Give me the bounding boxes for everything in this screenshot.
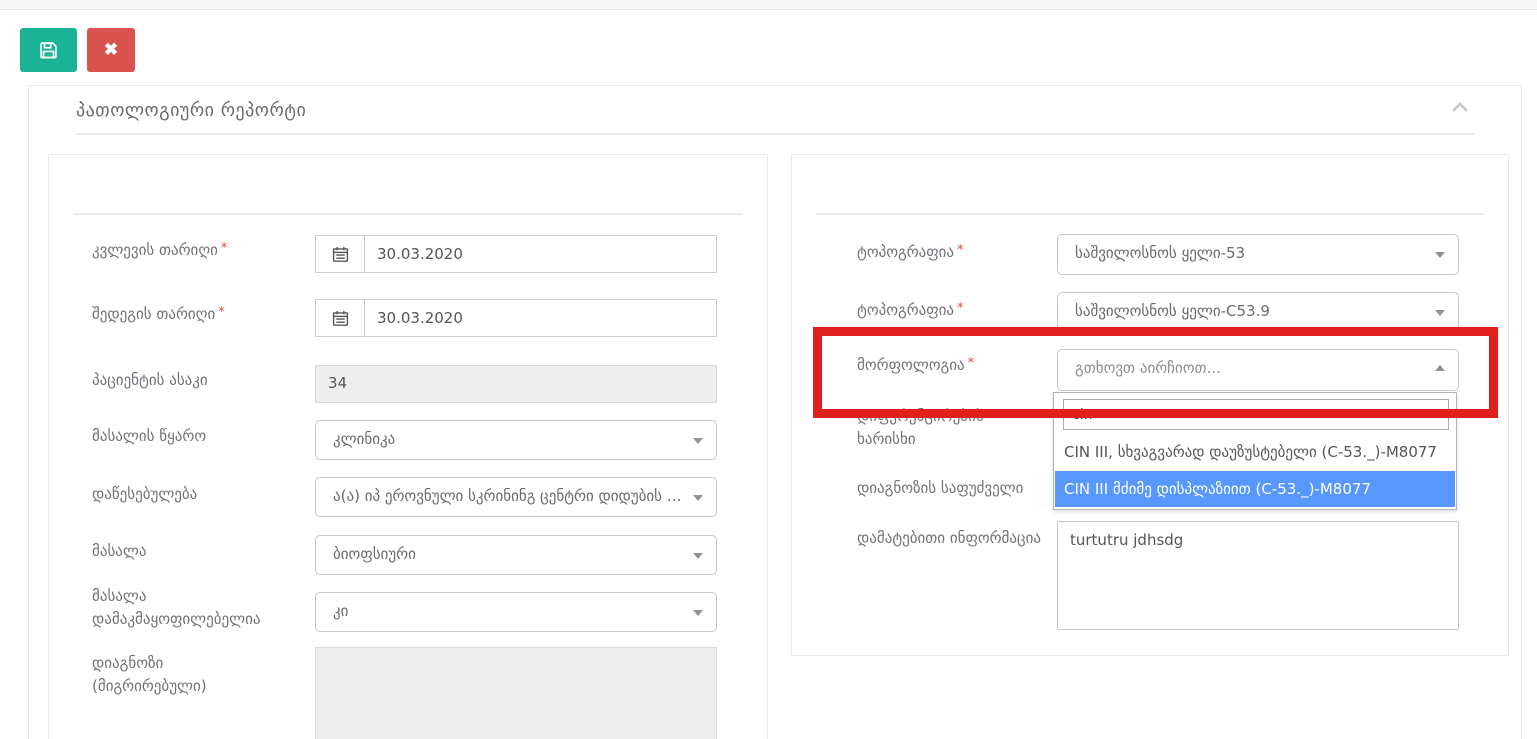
patient-age-field: 34 (315, 365, 717, 403)
topography-select[interactable]: საშვილოსნოს ყელი-53 (1057, 234, 1459, 275)
caret-down-icon (1435, 252, 1445, 258)
study-date-label: კვლევის თარიღი* (92, 239, 297, 262)
save-button[interactable] (20, 28, 77, 72)
morphology-label: მორფოლოგია* (857, 354, 1047, 377)
result-date-field (315, 299, 717, 337)
caret-down-icon (693, 438, 703, 444)
material-select[interactable]: ბიოფსიური (315, 535, 717, 575)
card-divider (816, 213, 1484, 215)
topography-code-select[interactable]: საშვილოსნოს ყელი-C53.9 (1057, 292, 1459, 333)
result-date-input[interactable] (364, 299, 717, 337)
topography-code-label: ტოპოგრაფია* (857, 299, 1047, 322)
page-title: პათოლოგიური რეპორტი (76, 100, 306, 121)
additional-info-textarea[interactable]: turtutru jdhsdg (1057, 521, 1459, 630)
topography-label: ტოპოგრაფია* (857, 241, 1047, 264)
morphology-dropdown-panel: CIN III, სხვაგვარად დაუზუსტებელი (C-53._… (1053, 392, 1457, 510)
patient-age-label: პაციენტის ასაკი (92, 369, 297, 392)
calendar-icon[interactable] (315, 235, 364, 273)
material-satisfactory-label: მასალა დამაკმაყოფილებელია (92, 585, 297, 630)
diagnosis-migrated-textarea (315, 647, 717, 739)
caret-down-icon (693, 610, 703, 616)
material-label: მასალა (92, 540, 297, 563)
institution-label: დაწესებულება (92, 483, 297, 506)
calendar-icon[interactable] (315, 299, 364, 337)
dropdown-option-cin3-severe-dysplasia[interactable]: CIN III მძიმე დისპლაზიით (C-53._)-M8077 (1055, 471, 1455, 507)
caret-up-icon (1435, 365, 1445, 371)
left-form-card: კვლევის თარიღი* შედეგის თარიღ (48, 154, 768, 739)
chevron-up-icon (1451, 100, 1469, 114)
cancel-button[interactable]: ✖ (87, 28, 135, 72)
differentiation-grade-label: დიფერენცირების ხარისხი (857, 405, 1022, 450)
caret-down-icon (693, 553, 703, 559)
close-icon: ✖ (104, 40, 118, 60)
caret-down-icon (693, 495, 703, 501)
save-icon (39, 41, 58, 60)
top-strip (0, 0, 1537, 10)
morphology-select[interactable]: გთხოვთ აირჩიოთ... (1057, 349, 1459, 391)
diagnosis-migrated-label: დიაგნოზი (მიგრირებული) (92, 652, 252, 697)
caret-down-icon (1435, 310, 1445, 316)
additional-info-label: დამატებითი ინფორმაცია (857, 527, 1087, 550)
institution-select[interactable]: ა(ა) იპ ეროვნული სკრინინგ ცენტრი დიდუბის… (315, 477, 717, 517)
header-divider (76, 133, 1474, 135)
dropdown-search-input[interactable] (1063, 399, 1449, 430)
material-satisfactory-select[interactable]: კი (315, 592, 717, 632)
material-source-select[interactable]: კლინიკა (315, 420, 717, 460)
card-divider (73, 213, 743, 215)
study-date-field (315, 235, 717, 273)
pathology-report-page: ✖ პათოლოგიური რეპორტი კვლევის თარიღი* (0, 0, 1537, 739)
result-date-label: შედეგის თარიღი* (92, 303, 297, 326)
material-source-label: მასალის წყარო (92, 425, 297, 448)
dropdown-option-cin3-nos[interactable]: CIN III, სხვაგვარად დაუზუსტებელი (C-53._… (1055, 434, 1455, 470)
collapse-panel-button[interactable] (1451, 100, 1469, 114)
study-date-input[interactable] (364, 235, 717, 273)
diagnosis-basis-label: დიაგნოზის საფუძველი (857, 477, 1047, 500)
